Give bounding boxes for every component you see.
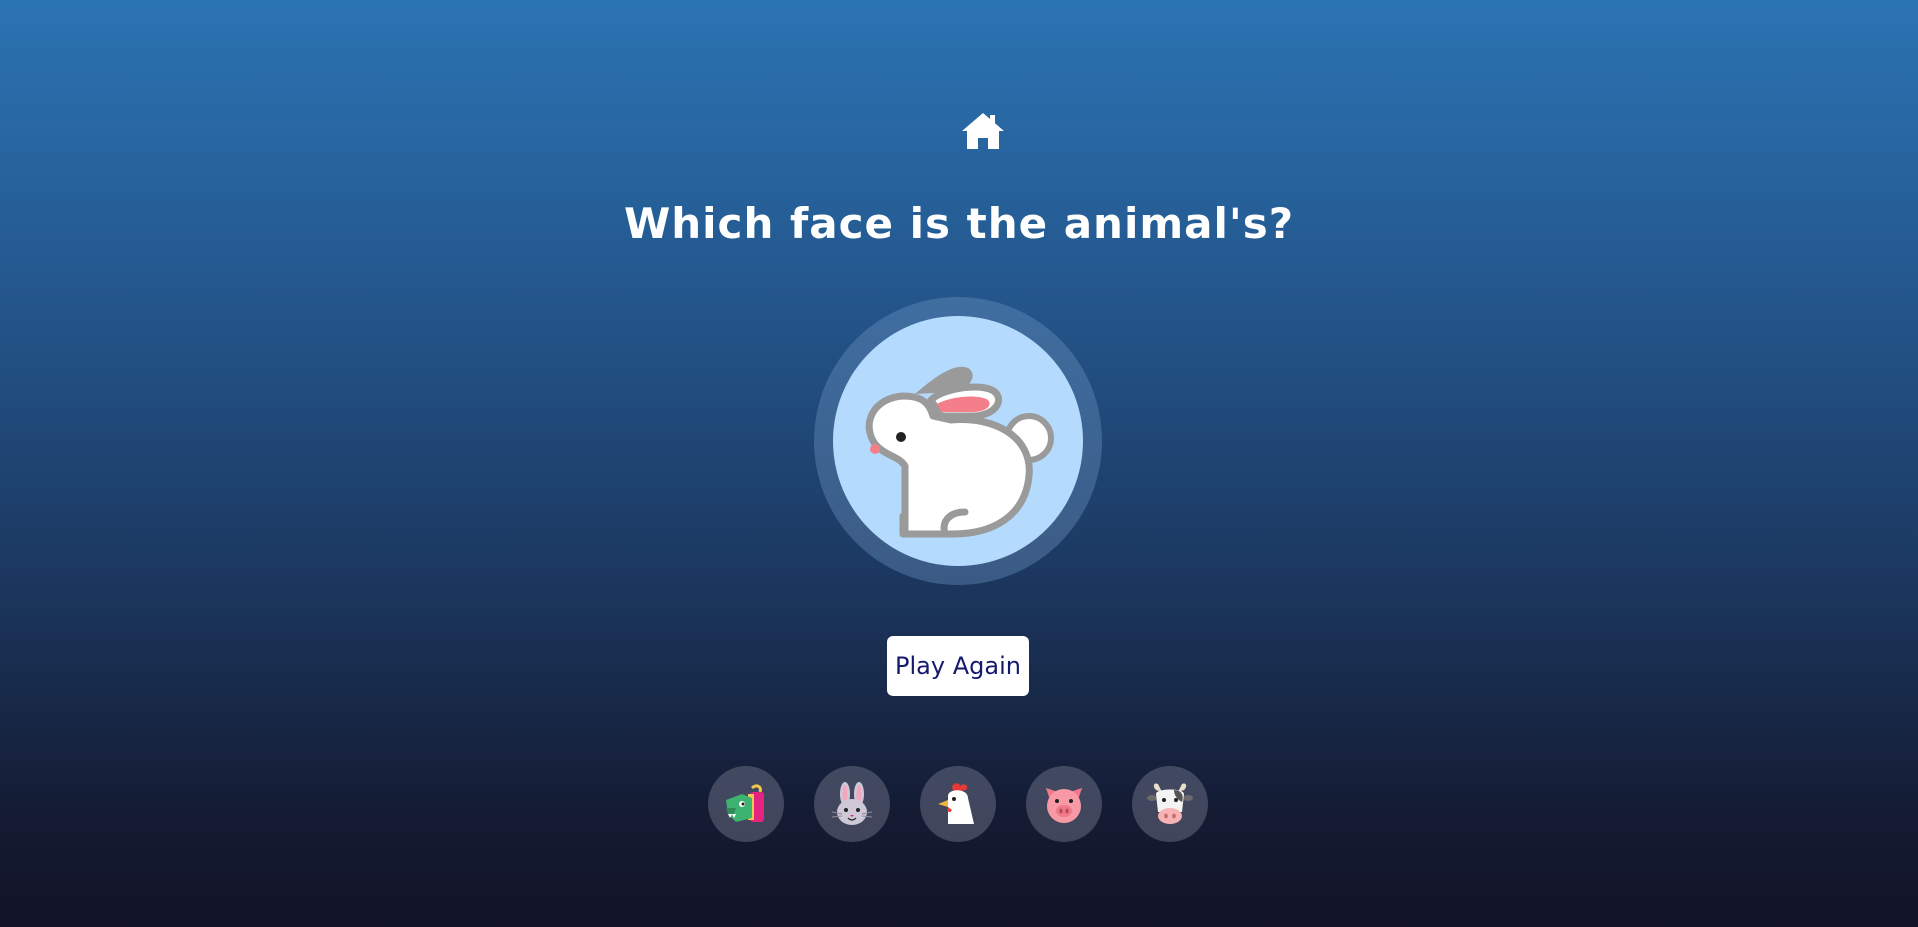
- rabbit-icon: [865, 366, 1054, 538]
- play-again-button[interactable]: Play Again: [887, 636, 1029, 696]
- cow-face-icon: [1147, 783, 1193, 824]
- home-icon: [962, 113, 1004, 149]
- choice-pig[interactable]: [1026, 766, 1102, 842]
- home-button[interactable]: [958, 108, 1008, 154]
- target-animal-frame: [814, 297, 1102, 585]
- question-title: Which face is the animal's?: [623, 199, 1295, 248]
- choice-chicken[interactable]: [920, 766, 996, 842]
- chicken-icon: [938, 783, 974, 824]
- choice-cow[interactable]: [1132, 766, 1208, 842]
- choice-rabbit[interactable]: [814, 766, 890, 842]
- choice-dragon[interactable]: [708, 766, 784, 842]
- animal-choices: [708, 766, 1208, 842]
- target-animal-circle: [833, 316, 1083, 566]
- rabbit-face-icon: [831, 782, 873, 825]
- pig-face-icon: [1046, 788, 1082, 823]
- dragon-face-icon: [726, 784, 764, 822]
